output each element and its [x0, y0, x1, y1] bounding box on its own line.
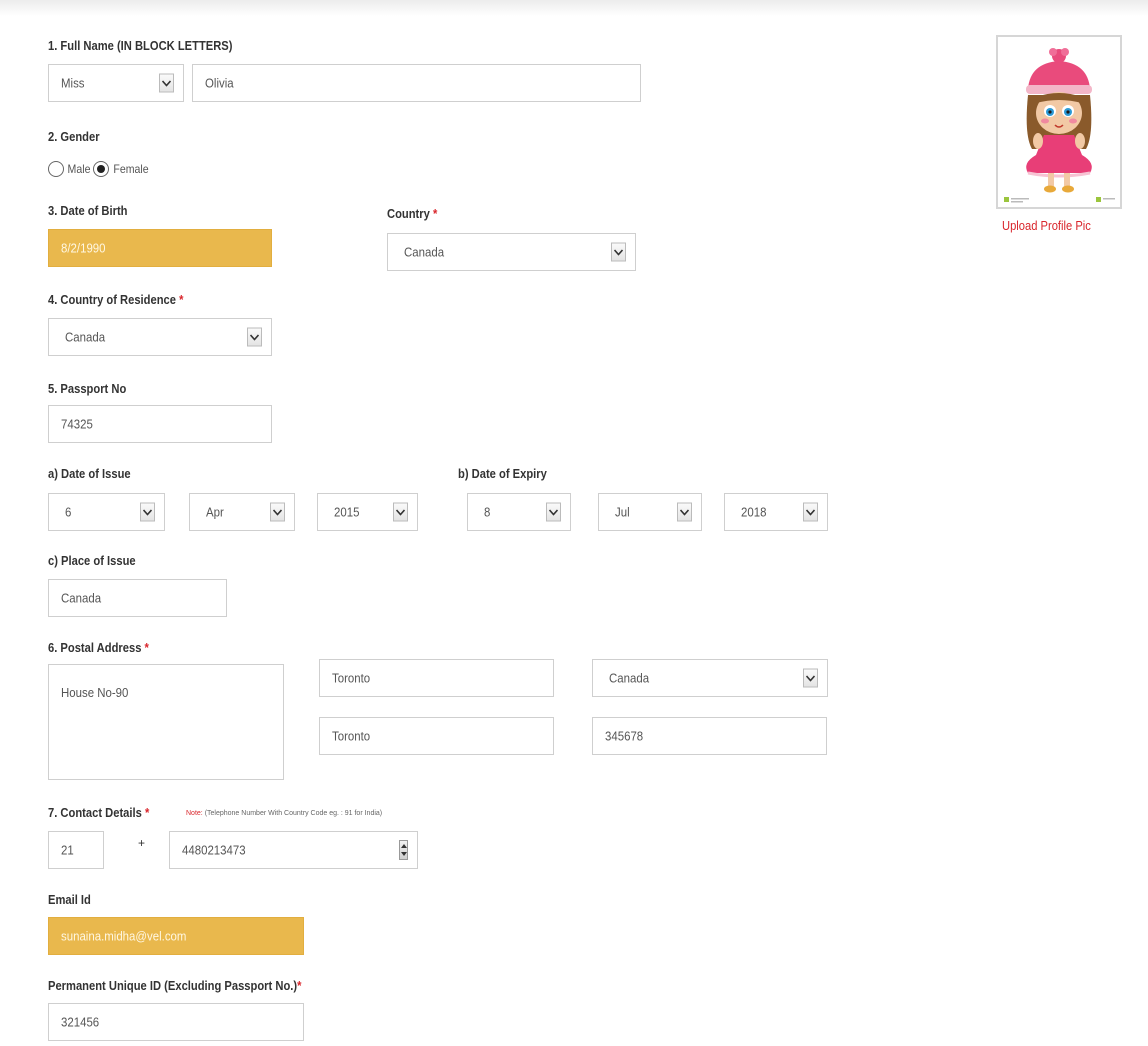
- full-name-value: Olivia: [205, 75, 234, 91]
- uid-input[interactable]: 321456: [48, 1003, 304, 1041]
- phone-value: 4480213473: [182, 842, 246, 858]
- radio-selected-dot: [97, 165, 106, 173]
- plus-sign: +: [138, 836, 146, 850]
- country-value: Canada: [404, 244, 445, 260]
- expiry-year-select[interactable]: 2018: [724, 493, 828, 531]
- zip-value: 345678: [605, 728, 644, 744]
- top-shadow: [0, 0, 1148, 16]
- postal-address-label: 6. Postal Address *: [48, 640, 149, 655]
- expiry-year-value: 2018: [741, 504, 767, 520]
- chevron-down-icon: [159, 73, 174, 93]
- gender-female-label: Female: [113, 162, 149, 176]
- expiry-month-select[interactable]: Jul: [598, 493, 702, 531]
- issue-date-label: a) Date of Issue: [48, 466, 131, 481]
- passport-input[interactable]: 74325: [48, 405, 272, 443]
- issue-year-select[interactable]: 2015: [317, 493, 418, 531]
- chevron-down-icon: [393, 502, 408, 522]
- passport-value: 74325: [61, 416, 93, 432]
- spinner-icon[interactable]: [399, 840, 408, 860]
- required-asterisk: *: [297, 978, 302, 993]
- issue-day-value: 6: [65, 504, 72, 520]
- chevron-down-icon: [546, 502, 561, 522]
- gender-label: 2. Gender: [48, 129, 100, 144]
- state-value: Toronto: [332, 728, 371, 744]
- country-label: Country *: [387, 206, 437, 221]
- full-name-label: 1. Full Name (IN BLOCK LETTERS): [48, 38, 233, 53]
- postal-address-label-text: 6. Postal Address: [48, 640, 142, 655]
- country-select[interactable]: Canada: [387, 233, 636, 271]
- zip-input[interactable]: 345678: [592, 717, 827, 755]
- expiry-day-value: 8: [484, 504, 491, 520]
- expiry-day-select[interactable]: 8: [467, 493, 571, 531]
- chevron-down-icon: [247, 327, 262, 347]
- email-input[interactable]: sunaina.midha@vel.com: [48, 917, 304, 955]
- phone-input[interactable]: 4480213473: [169, 831, 418, 869]
- place-of-issue-input[interactable]: Canada: [48, 579, 227, 617]
- uid-label: Permanent Unique ID (Excluding Passport …: [48, 978, 301, 993]
- title-select[interactable]: Miss: [48, 64, 184, 102]
- issue-month-value: Apr: [206, 504, 224, 520]
- uid-label-text: Permanent Unique ID (Excluding Passport …: [48, 978, 298, 993]
- country-label-text: Country: [387, 206, 430, 221]
- state-input[interactable]: Toronto: [319, 717, 554, 755]
- place-of-issue-value: Canada: [61, 590, 102, 606]
- title-value: Miss: [61, 75, 85, 91]
- dob-value: 8/2/1990: [61, 240, 106, 256]
- gender-male-radio[interactable]: [48, 161, 64, 177]
- required-asterisk: *: [144, 640, 149, 655]
- doll-avatar-icon: [1002, 48, 1116, 204]
- chevron-down-icon: [803, 668, 818, 688]
- residence-label-text: 4. Country of Residence: [48, 292, 176, 307]
- postal-country-value: Canada: [609, 670, 650, 686]
- city-input[interactable]: Toronto: [319, 659, 554, 697]
- contact-label: 7. Contact Details *: [48, 805, 149, 820]
- profile-picture[interactable]: [996, 35, 1122, 209]
- country-code-value: 21: [61, 842, 74, 858]
- place-of-issue-label: c) Place of Issue: [48, 553, 136, 568]
- required-asterisk: *: [179, 292, 184, 307]
- gender-female-radio[interactable]: [93, 161, 110, 177]
- dob-label: 3. Date of Birth: [48, 203, 128, 218]
- expiry-date-label: b) Date of Expiry: [458, 466, 547, 481]
- issue-day-select[interactable]: 6: [48, 493, 165, 531]
- expiry-month-value: Jul: [615, 504, 630, 520]
- note-text: (Telephone Number With Country Code eg. …: [204, 810, 383, 817]
- chevron-down-icon: [677, 502, 692, 522]
- upload-profile-pic-link[interactable]: Upload Profile Pic: [1002, 218, 1091, 233]
- country-code-input[interactable]: 21: [48, 831, 104, 869]
- postal-country-select[interactable]: Canada: [592, 659, 828, 697]
- required-asterisk: *: [432, 206, 438, 221]
- dob-input[interactable]: 8/2/1990: [48, 229, 272, 267]
- contact-label-text: 7. Contact Details: [48, 805, 142, 820]
- uid-value: 321456: [61, 1014, 100, 1030]
- email-value: sunaina.midha@vel.com: [61, 928, 187, 944]
- passport-label: 5. Passport No: [48, 381, 127, 396]
- required-asterisk: *: [144, 805, 150, 820]
- chevron-down-icon: [611, 242, 626, 262]
- chevron-down-icon: [140, 502, 155, 522]
- address-value: House No-90: [61, 685, 129, 700]
- note-label: Note:: [186, 810, 203, 817]
- gender-radio-group: Male Female: [48, 161, 152, 177]
- gender-male-label: Male: [67, 162, 91, 176]
- issue-month-select[interactable]: Apr: [189, 493, 295, 531]
- residence-select[interactable]: Canada: [48, 318, 272, 356]
- residence-value: Canada: [65, 329, 106, 345]
- address-textarea[interactable]: House No-90: [48, 664, 284, 780]
- contact-note: Note: (Telephone Number With Country Cod…: [186, 810, 382, 817]
- email-label: Email Id: [48, 892, 91, 907]
- city-value: Toronto: [332, 670, 371, 686]
- chevron-down-icon: [270, 502, 285, 522]
- residence-label: 4. Country of Residence *: [48, 292, 183, 307]
- issue-year-value: 2015: [334, 504, 360, 520]
- full-name-input[interactable]: Olivia: [192, 64, 641, 102]
- chevron-down-icon: [803, 502, 818, 522]
